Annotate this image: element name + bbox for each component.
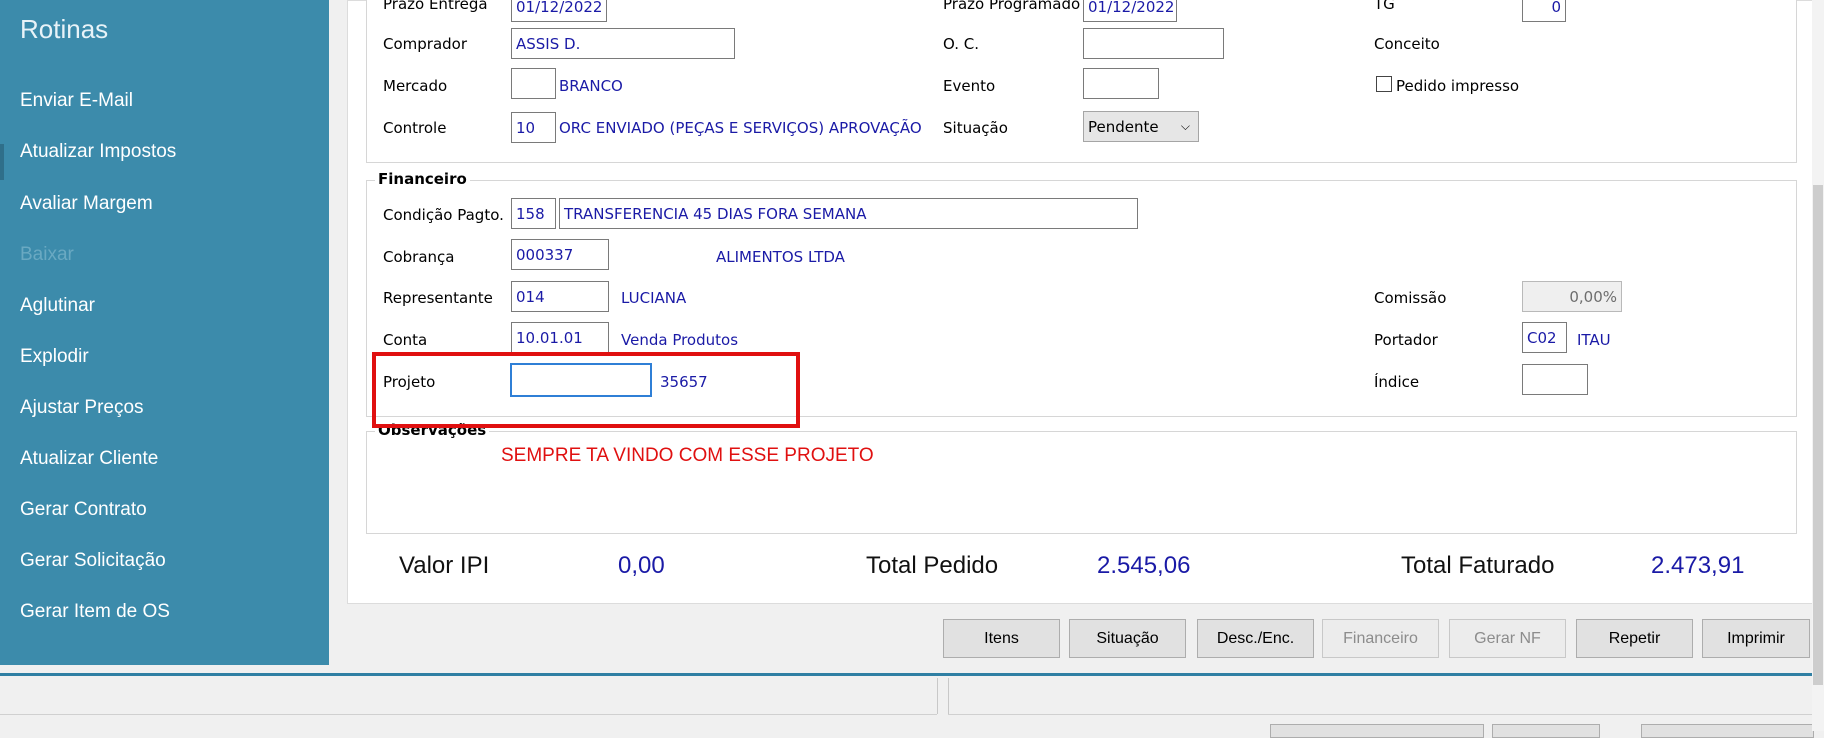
situacao-selected-value: Pendente xyxy=(1088,118,1159,136)
sidebar-item-ajustar-precos[interactable]: Ajustar Preços xyxy=(20,397,144,419)
controle-desc: ORC ENVIADO (PEÇAS E SERVIÇOS) APROVAÇÃO xyxy=(559,119,922,137)
total-faturado-value: 2.473,91 xyxy=(1651,552,1745,579)
cobranca-label: Cobrança xyxy=(383,248,455,266)
condicao-pagto-desc: TRANSFERENCIA 45 DIAS FORA SEMANA xyxy=(559,198,1138,229)
cobranca-desc: ALIMENTOS LTDA xyxy=(716,248,845,266)
bottom-button[interactable] xyxy=(1492,724,1600,738)
conta-label: Conta xyxy=(383,331,428,349)
representante-desc: LUCIANA xyxy=(621,289,687,307)
itens-button[interactable]: Itens xyxy=(943,619,1060,658)
bottom-button[interactable] xyxy=(1270,724,1484,738)
total-pedido-value: 2.545,06 xyxy=(1097,552,1191,579)
gerar-nf-button: Gerar NF xyxy=(1449,619,1566,658)
representante-label: Representante xyxy=(383,289,493,307)
sidebar-item-explodir[interactable]: Explodir xyxy=(20,346,89,368)
conceito-label: Conceito xyxy=(1374,35,1440,53)
portador-code-input[interactable]: C02 xyxy=(1522,322,1567,353)
conta-desc: Venda Produtos xyxy=(621,331,739,349)
situacao-select[interactable]: Pendente ⌵ xyxy=(1083,111,1199,142)
financeiro-button: Financeiro xyxy=(1322,619,1439,658)
valor-ipi-value: 0,00 xyxy=(618,552,665,579)
sidebar-item-avaliar-margem[interactable]: Avaliar Margem xyxy=(20,193,153,215)
pedido-impresso-label: Pedido impresso xyxy=(1396,77,1520,95)
controle-label: Controle xyxy=(383,119,447,137)
mercado-desc: BRANCO xyxy=(559,77,623,95)
status-divider xyxy=(948,678,949,714)
cobranca-code-input[interactable]: 000337 xyxy=(511,239,609,270)
condicao-pagto-code-input[interactable]: 158 xyxy=(511,198,556,229)
oc-input[interactable] xyxy=(1083,28,1224,59)
status-line xyxy=(0,714,937,715)
comprador-label: Comprador xyxy=(383,35,468,53)
tg-input[interactable]: 0 xyxy=(1522,0,1566,22)
prazo-entrega-input[interactable]: 01/12/2022 xyxy=(511,0,607,22)
sidebar-item-baixar: Baixar xyxy=(20,244,74,265)
representante-code-input[interactable]: 014 xyxy=(511,281,609,312)
sidebar-item-aglutinar[interactable]: Aglutinar xyxy=(20,295,95,317)
portador-desc: ITAU xyxy=(1577,331,1611,349)
imprimir-button[interactable]: Imprimir xyxy=(1702,619,1810,658)
comprador-input[interactable]: ASSIS D. xyxy=(511,28,735,59)
status-divider xyxy=(937,678,938,714)
desc-enc-button[interactable]: Desc./Enc. xyxy=(1197,619,1314,658)
annotation-text: SEMPRE TA VINDO COM ESSE PROJETO xyxy=(501,445,874,466)
oc-label: O. C. xyxy=(943,35,979,53)
prazo-entrega-label: Prazo Entrega xyxy=(383,0,488,13)
mercado-code-input[interactable] xyxy=(511,68,556,99)
status-line xyxy=(948,714,1812,715)
controle-code-input[interactable]: 10 xyxy=(511,112,556,143)
prazo-programado-input[interactable]: 01/12/2022 xyxy=(1083,0,1177,22)
mercado-label: Mercado xyxy=(383,77,448,95)
comissao-label: Comissão xyxy=(1374,289,1447,307)
sidebar-title: Rotinas xyxy=(20,14,109,44)
repetir-button[interactable]: Repetir xyxy=(1576,619,1693,658)
portador-label: Portador xyxy=(1374,331,1438,349)
situacao-label: Situação xyxy=(943,119,1008,137)
sidebar-item-atualizar-cliente[interactable]: Atualizar Cliente xyxy=(20,448,158,470)
status-bar xyxy=(0,676,1812,731)
sidebar-item-gerar-contrato[interactable]: Gerar Contrato xyxy=(20,499,147,521)
valor-ipi-label: Valor IPI xyxy=(399,552,490,579)
indice-label: Índice xyxy=(1374,373,1420,391)
sidebar-item-gerar-item-os[interactable]: Gerar Item de OS xyxy=(20,601,170,623)
conta-code-input[interactable]: 10.01.01 xyxy=(511,322,609,353)
total-faturado-label: Total Faturado xyxy=(1401,552,1555,579)
condicao-pagto-label: Condição Pagto. xyxy=(383,206,504,224)
evento-input[interactable] xyxy=(1083,68,1159,99)
tg-label: TG xyxy=(1374,0,1395,13)
evento-label: Evento xyxy=(943,77,996,95)
financeiro-title: Financeiro xyxy=(375,170,470,188)
bottom-button[interactable] xyxy=(1641,724,1814,738)
comissao-input: 0,00% xyxy=(1522,281,1622,312)
scrollbar-thumb[interactable] xyxy=(1813,185,1823,685)
prazo-programado-label: Prazo Programado xyxy=(943,0,1081,13)
sidebar-item-gerar-solicitacao[interactable]: Gerar Solicitação xyxy=(20,550,166,572)
indice-input[interactable] xyxy=(1522,364,1588,395)
sidebar-item-enviar-email[interactable]: Enviar E-Mail xyxy=(20,90,133,112)
pedido-impresso-checkbox[interactable] xyxy=(1376,76,1392,92)
total-pedido-label: Total Pedido xyxy=(866,552,999,579)
sidebar-item-atualizar-impostos[interactable]: Atualizar Impostos xyxy=(20,141,176,163)
sidebar-active-marker xyxy=(0,144,4,180)
situacao-button[interactable]: Situação xyxy=(1069,619,1186,658)
highlight-annotation-box xyxy=(372,352,800,428)
sidebar: Rotinas Enviar E-Mail Atualizar Impostos… xyxy=(0,0,329,665)
chevron-down-icon: ⌵ xyxy=(1180,119,1190,133)
